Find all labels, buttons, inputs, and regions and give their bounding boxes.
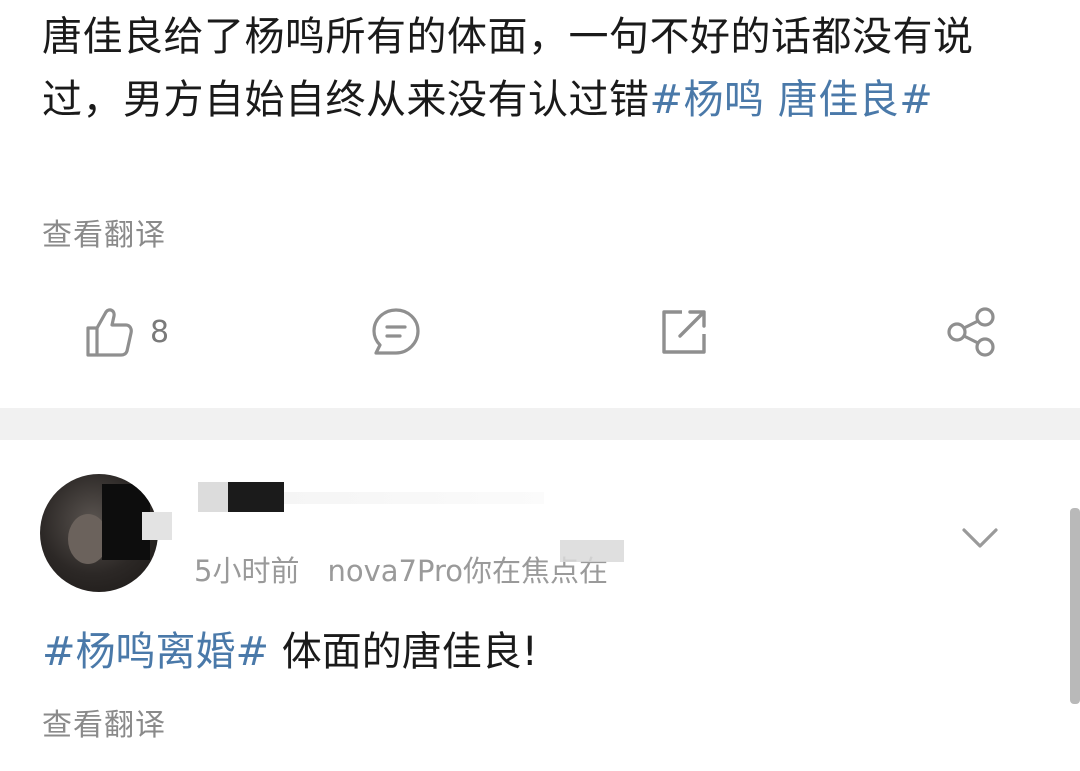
view-translation-link[interactable]: 查看翻译 [42, 210, 166, 254]
meta-redaction [560, 540, 624, 562]
like-button[interactable]: 8 [84, 300, 169, 364]
redaction-block [284, 492, 544, 504]
avatar[interactable] [40, 474, 158, 592]
hashtag-link[interactable]: #杨鸣离婚# [42, 629, 269, 675]
username-redacted[interactable] [198, 482, 544, 512]
share-button[interactable] [944, 300, 998, 364]
post-body-2: #杨鸣离婚# 体面的唐佳良! [42, 622, 538, 682]
scrollbar[interactable] [1070, 508, 1080, 704]
avatar-redaction-side [142, 512, 172, 540]
hashtag-link[interactable]: #杨鸣 唐佳良# [650, 77, 934, 123]
forward-button[interactable] [658, 300, 710, 364]
thumbs-up-icon [86, 308, 133, 357]
post-body-text: 体面的唐佳良! [269, 629, 538, 675]
comment-icon [372, 308, 420, 355]
forward-icon [662, 310, 706, 354]
share-icon [947, 307, 995, 357]
post-body: 唐佳良给了杨鸣所有的体面，一句不好的话都没有说过，男方自始自终从来没有认过错#杨… [42, 6, 1042, 132]
section-divider [0, 408, 1080, 440]
like-count: 8 [150, 314, 170, 350]
comment-button[interactable] [370, 300, 422, 364]
post-time: 5小时前 [194, 554, 300, 588]
post-card-1: 唐佳良给了杨鸣所有的体面，一句不好的话都没有说过，男方自始自终从来没有认过错#杨… [0, 0, 1080, 408]
redaction-block [198, 482, 228, 512]
chevron-down-icon[interactable] [958, 520, 1002, 556]
view-translation-link[interactable]: 查看翻译 [42, 700, 166, 744]
action-bar: 8 [0, 300, 1080, 370]
post-meta: 5小时前 nova7Pro你在焦点在 [194, 548, 608, 590]
redaction-block [228, 482, 284, 512]
